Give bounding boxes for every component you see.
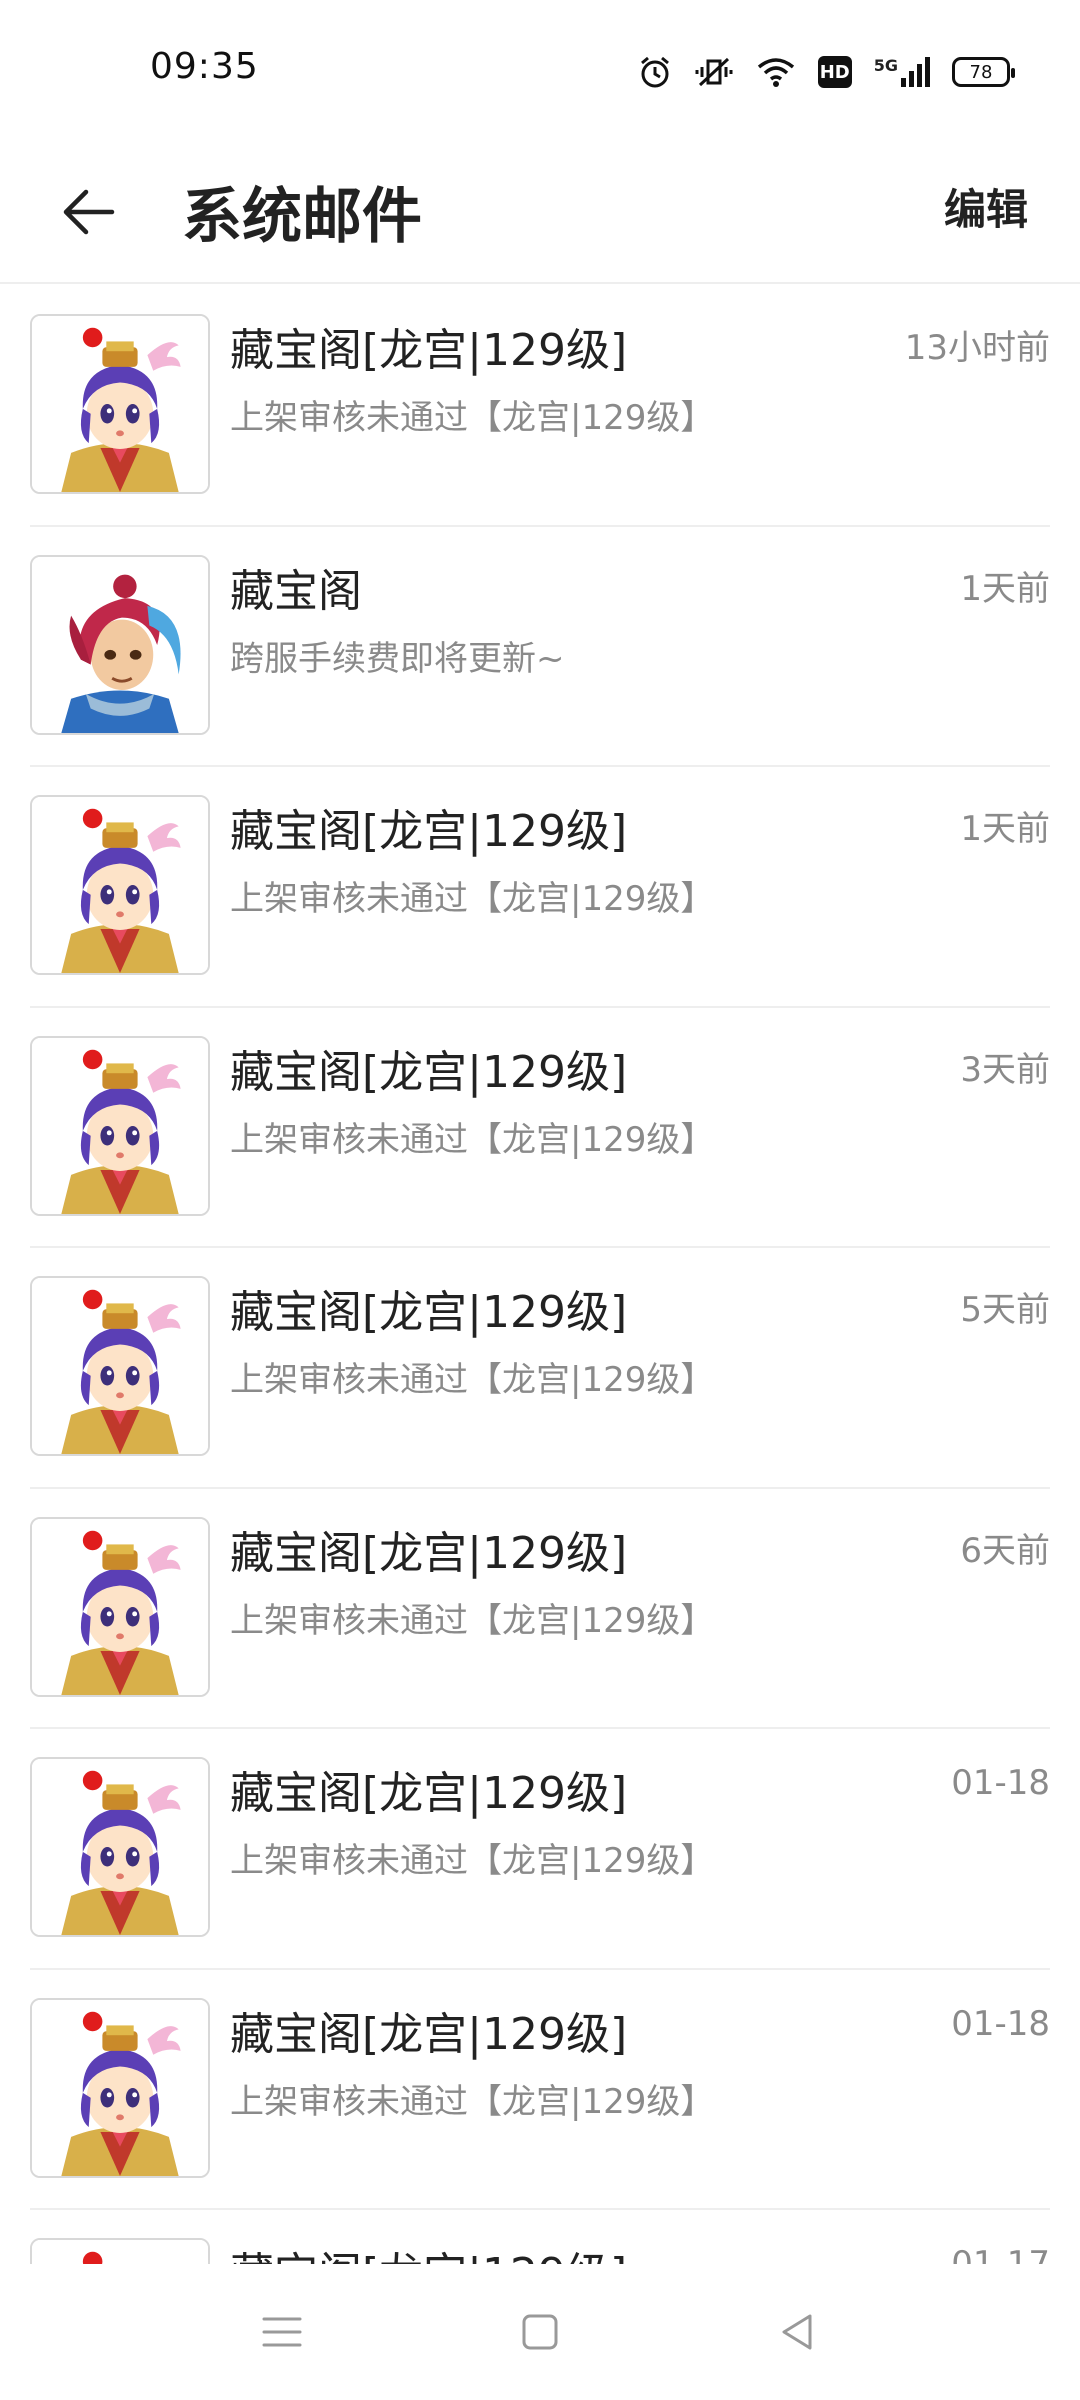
signal-icon: 5G [874, 56, 930, 88]
list-item[interactable]: 藏宝阁 跨服手续费即将更新~ 1天前 [0, 527, 1080, 767]
list-item[interactable]: 藏宝阁[龙宫|129级] 上架审核未通过【龙宫|129级】 6天前 [0, 1489, 1080, 1729]
avatar [30, 1516, 210, 1697]
list-item[interactable]: 藏宝阁[龙宫|129级] 上架审核未通过【龙宫|129级】 01-18 [0, 1970, 1080, 2210]
list-item[interactable]: 藏宝阁[龙宫|129级] 上架审核未通过【龙宫|129级】 5天前 [0, 1248, 1080, 1489]
mail-title: 藏宝阁[龙宫|129级] [230, 325, 628, 376]
mail-subtitle: 上架审核未通过【龙宫|129级】 [230, 1119, 715, 1160]
arrow-left-icon [63, 189, 115, 235]
status-bar: 09:35 HD 5G 78 [0, 0, 1080, 140]
avatar [30, 2238, 210, 2264]
back-nav-button[interactable] [770, 2304, 826, 2360]
back-triangle-icon [782, 2314, 812, 2350]
mail-time: 01-18 [951, 2003, 1050, 2044]
network-type-label: 5G [873, 56, 898, 75]
avatar [30, 554, 210, 735]
mail-subtitle: 上架审核未通过【龙宫|129级】 [230, 398, 715, 438]
list-item[interactable]: 藏宝阁[龙宫|129级] 上架审核未通过【龙宫|129级】 13小时前 [0, 286, 1080, 527]
mail-time: 1天前 [960, 568, 1050, 609]
mail-subtitle: 上架审核未通过【龙宫|129级】 [230, 879, 715, 919]
mail-title: 藏宝阁[龙宫|129级] [230, 1287, 628, 1338]
mail-subtitle: 上架审核未通过【龙宫|129级】 [230, 1600, 715, 1641]
hd-badge: HD [817, 56, 852, 88]
mail-time: 13小时前 [904, 328, 1050, 368]
avatar [30, 314, 210, 494]
mail-list: 藏宝阁[龙宫|129级] 上架审核未通过【龙宫|129级】 13小时前 藏宝阁 … [0, 286, 1080, 2264]
mail-title: 藏宝阁[龙宫|129级] [230, 2238, 627, 2264]
battery-indicator: 78 [952, 57, 1015, 87]
mail-time: 5天前 [960, 1290, 1050, 1330]
edit-button[interactable]: 编辑 [944, 176, 1028, 237]
alarm-icon [638, 55, 672, 89]
mail-title: 藏宝阁[龙宫|129级] [230, 1046, 628, 1098]
mail-title: 藏宝阁[龙宫|129级] [230, 1527, 628, 1579]
mail-title: 藏宝阁 [230, 565, 362, 617]
home-square-icon [522, 2314, 558, 2350]
home-button[interactable] [512, 2304, 568, 2360]
menu-icon [262, 2317, 302, 2347]
status-time: 09:35 [150, 46, 259, 87]
mail-time: 1天前 [960, 809, 1050, 849]
mail-subtitle: 上架审核未通过【龙宫|129级】 [230, 2081, 715, 2122]
mute-vibrate-icon [694, 55, 734, 89]
list-item[interactable]: 藏宝阁[龙宫|129级] 01-17 [0, 2210, 1080, 2264]
list-item[interactable]: 藏宝阁[龙宫|129级] 上架审核未通过【龙宫|129级】 1天前 [0, 767, 1080, 1008]
recent-apps-button[interactable] [254, 2304, 310, 2360]
page-title: 系统邮件 [182, 182, 422, 252]
system-nav-bar [0, 2264, 1080, 2400]
avatar [30, 1276, 210, 1456]
avatar [30, 1757, 210, 1937]
mail-title: 藏宝阁[龙宫|129级] [230, 806, 628, 857]
mail-title: 藏宝阁[龙宫|129级] [230, 1768, 628, 1819]
mail-subtitle: 上架审核未通过【龙宫|129级】 [230, 1841, 715, 1881]
mail-subtitle: 跨服手续费即将更新~ [230, 638, 565, 679]
mail-time: 6天前 [960, 1530, 1050, 1571]
mail-time: 01-18 [951, 1763, 1050, 1803]
avatar [30, 1997, 210, 2178]
mail-time: 3天前 [960, 1049, 1050, 1090]
status-icons: HD 5G 78 [638, 50, 1015, 94]
avatar [30, 795, 210, 975]
list-item[interactable]: 藏宝阁[龙宫|129级] 上架审核未通过【龙宫|129级】 01-18 [0, 1729, 1080, 1970]
app-header: 系统邮件 编辑 [0, 140, 1080, 284]
mail-title: 藏宝阁[龙宫|129级] [230, 2008, 628, 2060]
mail-subtitle: 上架审核未通过【龙宫|129级】 [230, 1360, 715, 1400]
mail-time: 01-17 [951, 2244, 1050, 2264]
list-item[interactable]: 藏宝阁[龙宫|129级] 上架审核未通过【龙宫|129级】 3天前 [0, 1008, 1080, 1248]
back-button[interactable] [52, 176, 124, 248]
wifi-icon [756, 56, 796, 88]
avatar [30, 1035, 210, 1216]
